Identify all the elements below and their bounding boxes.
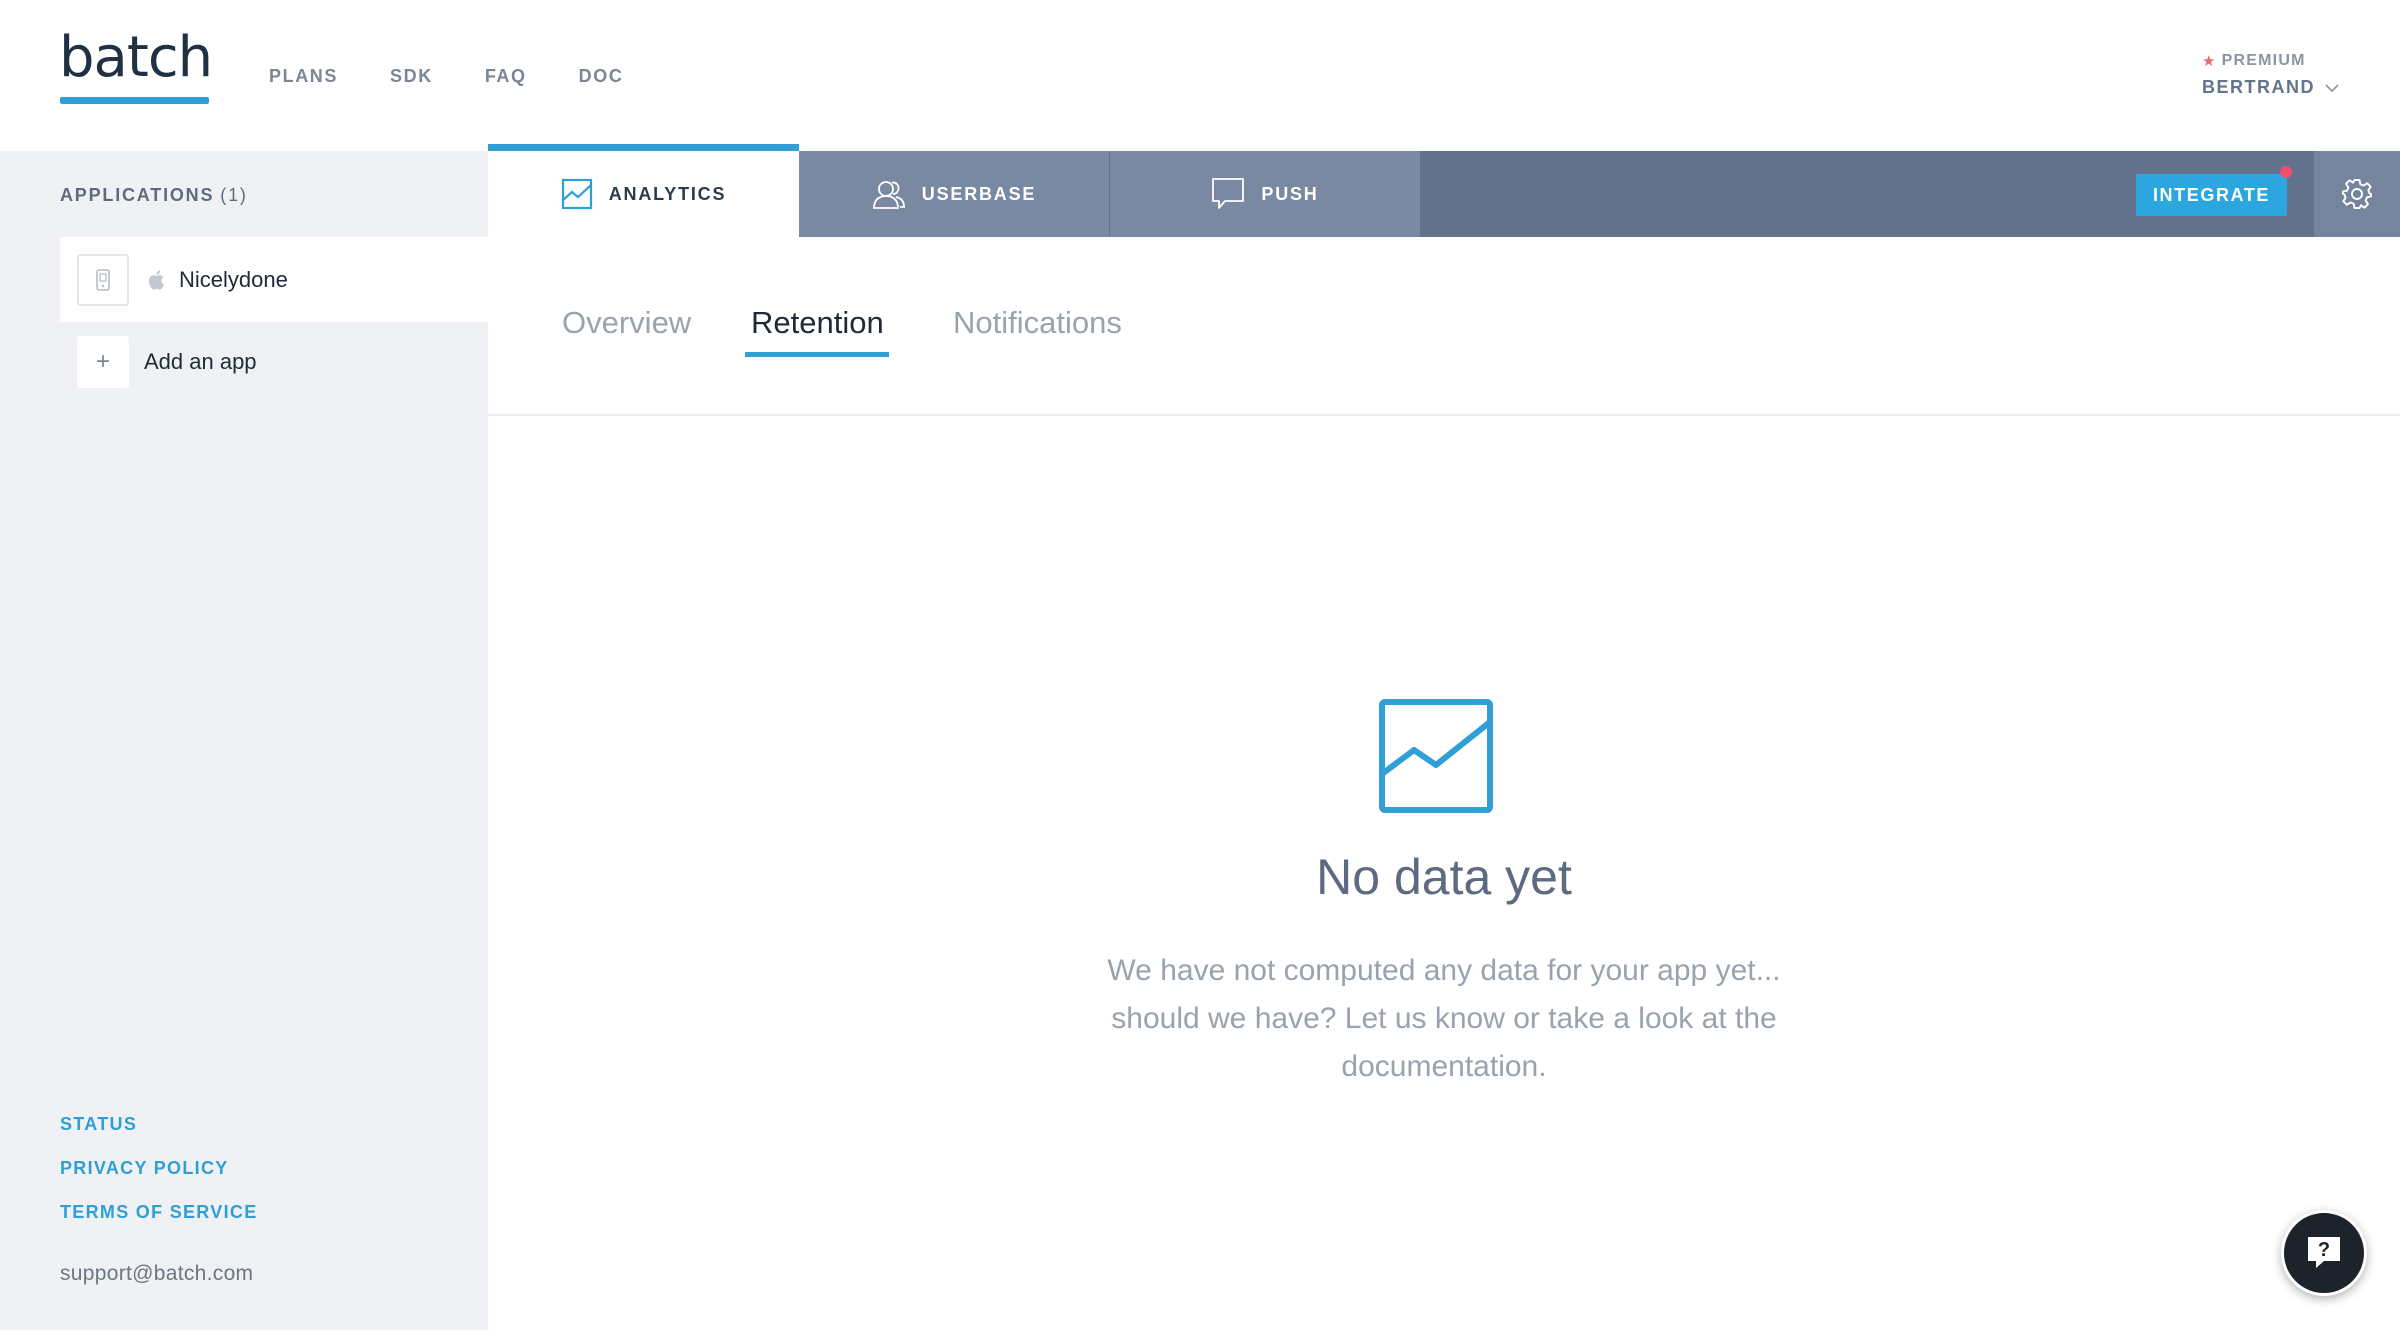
- tab-push[interactable]: PUSH: [1110, 151, 1420, 237]
- tab-analytics[interactable]: ANALYTICS: [488, 151, 799, 237]
- nav-sdk[interactable]: SDK: [390, 66, 433, 87]
- empty-state-line-2: should we have? Let us know or take a lo…: [1111, 1002, 1777, 1035]
- help-chat-button[interactable]: ?: [2281, 1210, 2367, 1296]
- chevron-down-icon: [2325, 83, 2339, 92]
- empty-state-line-1: We have not computed any data for your a…: [1107, 954, 1781, 987]
- logo-underline: [60, 97, 209, 104]
- account-tier: ★ PREMIUM: [2202, 52, 2339, 70]
- app-name: Nicelydone: [179, 266, 288, 292]
- user-name[interactable]: BERTRAND: [2202, 77, 2339, 98]
- sidebar: APPLICATIONS (1) Nicelydone + Add an app …: [0, 151, 488, 1330]
- star-icon: ★: [2202, 53, 2217, 70]
- terms-of-service-link[interactable]: TERMS OF SERVICE: [60, 1202, 258, 1223]
- help-bubble-icon: ?: [2308, 1237, 2340, 1268]
- settings-button[interactable]: [2314, 151, 2400, 237]
- support-email[interactable]: support@batch.com: [60, 1262, 253, 1286]
- top-nav: PLANS SDK FAQ DOC: [269, 66, 675, 87]
- apple-icon: [148, 269, 164, 290]
- gear-icon: [2342, 179, 2372, 209]
- empty-state: No data yet We have not computed any dat…: [488, 416, 2400, 1330]
- help-label: ?: [2318, 1239, 2330, 1261]
- nav-faq[interactable]: FAQ: [485, 66, 527, 87]
- chart-icon: [1379, 699, 1493, 813]
- mobile-device-icon: [77, 253, 129, 306]
- add-app-label: Add an app: [144, 349, 257, 374]
- user-menu[interactable]: ★ PREMIUM BERTRAND: [2202, 52, 2339, 98]
- integrate-button[interactable]: INTEGRATE: [2136, 174, 2287, 216]
- tab-push-label: PUSH: [1261, 183, 1319, 204]
- add-app-button[interactable]: + Add an app: [60, 336, 257, 388]
- users-icon: [872, 181, 905, 209]
- privacy-policy-link[interactable]: PRIVACY POLICY: [60, 1158, 258, 1179]
- empty-state-title: No data yet: [1316, 849, 1572, 905]
- empty-state-message: We have not computed any data for your a…: [1084, 947, 1804, 1091]
- footer-links: STATUS PRIVACY POLICY TERMS OF SERVICE: [60, 1114, 258, 1246]
- user-name-label: BERTRAND: [2202, 77, 2315, 97]
- nav-doc[interactable]: DOC: [579, 66, 624, 87]
- applications-label: APPLICATIONS: [60, 185, 215, 205]
- batch-logo[interactable]: batch: [59, 30, 213, 86]
- status-link[interactable]: STATUS: [60, 1114, 258, 1135]
- chart-icon: [561, 178, 592, 210]
- tab-userbase[interactable]: USERBASE: [799, 151, 1109, 237]
- main-tab-bar: ANALYTICS USERBASE PUSH INTEGRATE: [488, 151, 2400, 237]
- tab-userbase-label: USERBASE: [921, 183, 1037, 204]
- active-subtab-indicator: [745, 352, 889, 357]
- plus-icon: +: [77, 336, 129, 388]
- top-header: batch PLANS SDK FAQ DOC ★ PREMIUM BERTRA…: [0, 0, 2400, 151]
- subtab-overview[interactable]: Overview: [562, 305, 691, 341]
- message-bubble-icon: [1212, 178, 1245, 209]
- tier-label: PREMIUM: [2221, 52, 2306, 69]
- applications-count: (1): [220, 185, 248, 205]
- applications-title: APPLICATIONS (1): [60, 185, 248, 206]
- sub-tabs: Overview Retention Notifications: [488, 237, 2400, 416]
- empty-state-line-3: documentation.: [1341, 1050, 1547, 1083]
- app-item-nicelydone[interactable]: Nicelydone: [60, 237, 488, 322]
- nav-plans[interactable]: PLANS: [269, 66, 338, 87]
- subtab-retention[interactable]: Retention: [751, 305, 884, 341]
- subtab-notifications[interactable]: Notifications: [953, 305, 1122, 341]
- tab-analytics-label: ANALYTICS: [608, 183, 727, 204]
- notification-dot: [2280, 166, 2292, 178]
- analytics-tab-indicator: [488, 144, 799, 151]
